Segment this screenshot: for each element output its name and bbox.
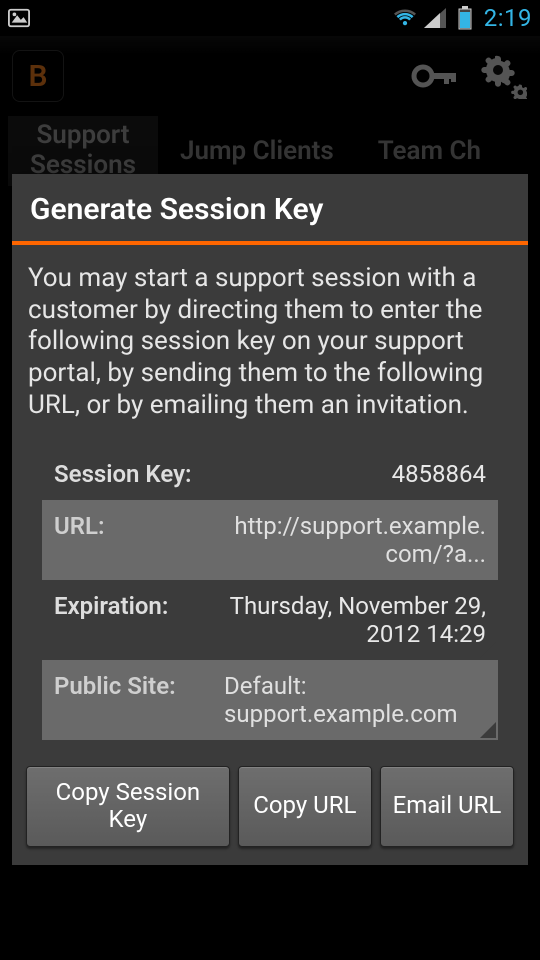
cell-signal-icon xyxy=(424,7,446,29)
copy-session-key-button[interactable]: Copy Session Key xyxy=(26,766,230,847)
dialog-title: Generate Session Key xyxy=(12,174,528,241)
generate-session-key-dialog: Generate Session Key You may start a sup… xyxy=(12,174,528,865)
status-clock: 2:19 xyxy=(484,4,532,32)
label-expiration: Expiration: xyxy=(54,592,224,620)
wifi-icon xyxy=(394,7,416,29)
spinner-indicator-icon xyxy=(480,722,496,738)
label-session-key: Session Key: xyxy=(54,460,224,488)
row-expiration: Expiration: Thursday, November 29, 2012 … xyxy=(42,580,498,660)
session-info-table: Session Key: 4858864 URL: http://support… xyxy=(42,448,498,740)
copy-url-button[interactable]: Copy URL xyxy=(238,766,372,847)
value-public-site: Default: support.example.com xyxy=(224,672,486,728)
label-url: URL: xyxy=(54,512,224,540)
battery-icon xyxy=(454,7,476,29)
pictures-icon xyxy=(8,7,30,29)
value-session-key[interactable]: 4858864 xyxy=(224,460,486,488)
label-public-site: Public Site: xyxy=(54,672,224,700)
spinner-indicator-icon xyxy=(480,642,496,658)
dialog-body-text: You may start a support session with a c… xyxy=(28,263,512,422)
value-url: http://support.example.com/?a... xyxy=(224,512,486,568)
value-expiration: Thursday, November 29, 2012 14:29 xyxy=(224,592,486,648)
row-url[interactable]: URL: http://support.example.com/?a... xyxy=(42,500,498,580)
status-bar: 2:19 xyxy=(0,0,540,36)
row-session-key: Session Key: 4858864 xyxy=(42,448,498,500)
row-public-site[interactable]: Public Site: Default: support.example.co… xyxy=(42,660,498,740)
dialog-button-bar: Copy Session Key Copy URL Email URL xyxy=(12,752,528,865)
email-url-button[interactable]: Email URL xyxy=(380,766,514,847)
